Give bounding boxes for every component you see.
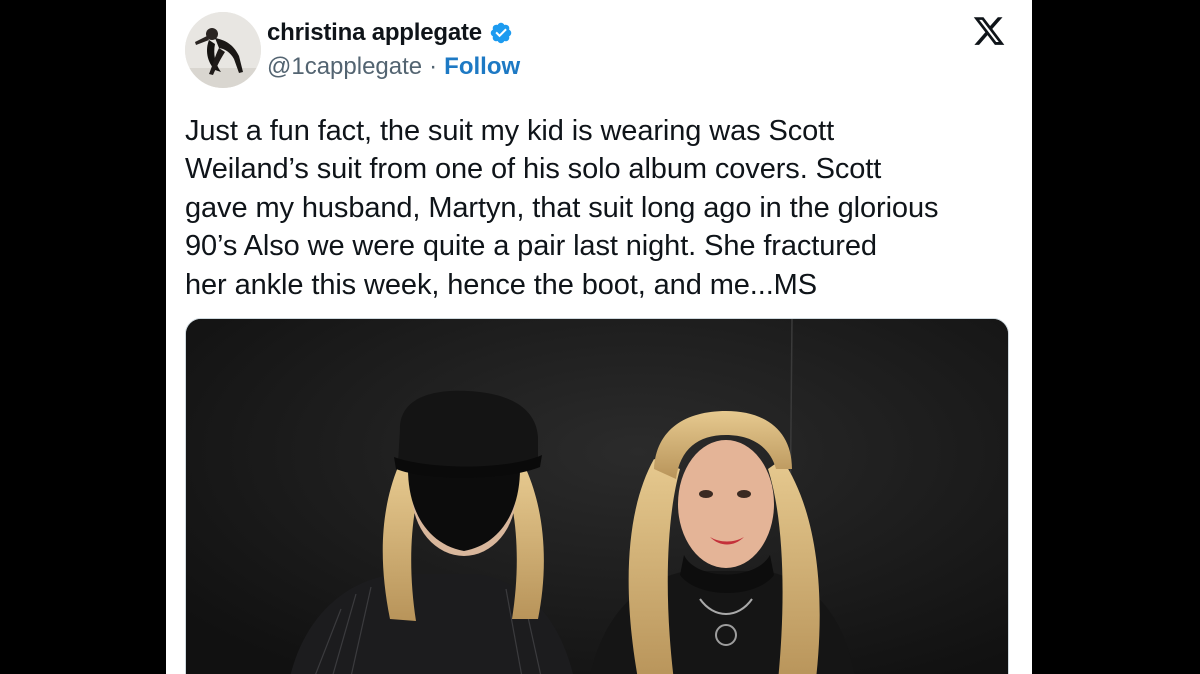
tweet-card: christina applegate @1capplegate · Follo… [166, 0, 1032, 674]
tweet-text: Just a fun fact, the suit my kid is wear… [185, 115, 939, 301]
avatar[interactable] [185, 12, 261, 88]
author-handle-row: @1capplegate · Follow [267, 52, 520, 82]
follow-button[interactable]: Follow [444, 53, 520, 81]
author-name-row: christina applegate [267, 18, 513, 48]
avatar-photo [185, 12, 261, 88]
verified-badge-icon [490, 22, 512, 44]
author-handle[interactable]: @1capplegate [267, 53, 422, 81]
author-display-name[interactable]: christina applegate [267, 19, 482, 47]
tweet-photo[interactable] [185, 318, 1009, 674]
x-logo-icon[interactable] [971, 14, 1007, 48]
photo-two-women [186, 319, 1008, 674]
separator-dot: · [429, 53, 438, 80]
